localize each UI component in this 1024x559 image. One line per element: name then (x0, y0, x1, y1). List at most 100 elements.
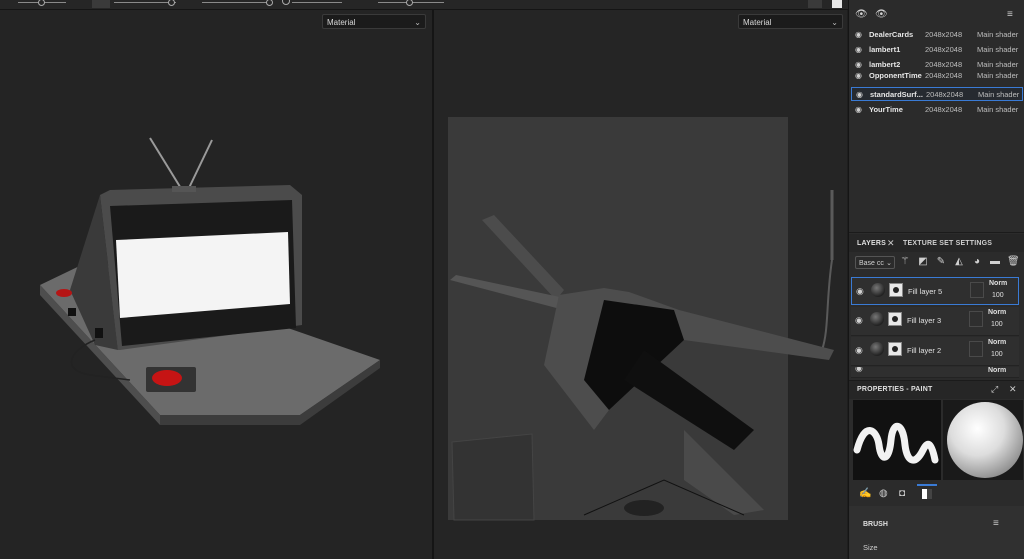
toolbar-slider-2[interactable] (114, 0, 176, 6)
folder-icon[interactable]: ▬ (989, 256, 1001, 268)
texture-set-row[interactable]: ◉ OpponentTime 2048x2048 Main shader (851, 72, 1023, 82)
layer-row[interactable]: ◉ Fill layer 3 Norm 100 (851, 307, 1019, 336)
layer-name: Fill layer 5 (908, 287, 943, 296)
eye-icon[interactable]: ◉ (855, 345, 863, 356)
texture-set-resolution: 2048x2048 (925, 30, 963, 39)
texture-set-shader: Main shader (977, 60, 1019, 69)
layer-thumbnail (870, 312, 884, 326)
antenna-left (149, 137, 183, 191)
layer-blend-mode[interactable]: Norm (988, 309, 1006, 316)
texture-set-resolution: 2048x2048 (925, 60, 963, 69)
texture-set-resolution: 2048x2048 (925, 45, 963, 54)
layer-blend-mode[interactable]: Norm (989, 280, 1007, 287)
antenna-base (172, 186, 196, 192)
tab-layers[interactable]: LAYERS (857, 240, 886, 247)
tv-screen (116, 232, 290, 318)
texture-set-row-selected[interactable]: ◉ standardSurf... 2048x2048 Main shader (851, 87, 1023, 101)
channel-select-label: Base cc (859, 260, 884, 267)
uv-edge-strip-2 (821, 259, 833, 351)
toolbar-toggle-button[interactable] (832, 0, 842, 8)
layer-mask-thumbnail[interactable] (888, 342, 902, 356)
toolbar-slider-5[interactable] (378, 0, 444, 6)
layer-row[interactable]: ◉ Norm (851, 367, 1019, 378)
texture-set-shader: Main shader (977, 45, 1019, 54)
wand-icon[interactable]: ⚚ (899, 256, 911, 268)
texture-set-name: lambert2 (869, 60, 901, 69)
brush-section-title: BRUSH (863, 521, 888, 528)
texture-set-name: lambert1 (869, 45, 901, 54)
brush-tool-icon[interactable]: ✍ (859, 488, 871, 499)
layer-name: Fill layer 2 (907, 346, 942, 355)
brush-icon[interactable]: ✎ (935, 256, 947, 268)
uv-island-blob (624, 500, 664, 516)
eye-icon[interactable]: 👁 (855, 9, 868, 20)
eye-icon[interactable]: ◉ (855, 315, 863, 326)
material-sphere-preview (943, 400, 1023, 480)
palette-icon[interactable]: ◕ (971, 256, 983, 268)
toolbar-knob-icon[interactable] (282, 0, 290, 5)
layer-mask-thumbnail[interactable] (888, 312, 902, 326)
side-port-2 (95, 328, 103, 338)
toolbar-swatch[interactable] (92, 0, 110, 8)
eye-icon[interactable]: ◉ (855, 43, 862, 57)
layer-opacity[interactable]: 100 (991, 321, 1003, 328)
side-port-1 (68, 308, 76, 316)
layer-thumbnail (870, 342, 884, 356)
stencil-icon[interactable]: ◘ (899, 488, 905, 499)
toolbar-slider-1[interactable] (18, 0, 66, 6)
texture-set-shader: Main shader (978, 90, 1020, 99)
texture-set-row[interactable]: ◉ lambert2 2048x2048 Main shader (851, 58, 1023, 72)
material-tab-icon[interactable] (917, 484, 937, 504)
texture-set-shader: Main shader (977, 105, 1019, 114)
expand-icon[interactable]: ⤢ (991, 384, 998, 395)
tab-texture-set-settings[interactable]: TEXTURE SET SETTINGS (903, 240, 992, 247)
alpha-icon[interactable]: ◍ (879, 488, 888, 499)
layer-opacity[interactable]: 100 (992, 292, 1004, 299)
viewport-2d[interactable]: Material ⌄ (434, 10, 847, 559)
antenna-right (187, 139, 213, 191)
toolbar-slider-3[interactable] (202, 0, 273, 6)
texture-set-row[interactable]: ◉ DealerCards 2048x2048 Main shader (851, 28, 1023, 42)
layer-row[interactable]: ◉ Fill layer 2 Norm 100 (851, 337, 1019, 366)
close-icon[interactable]: ✕ (1009, 384, 1017, 395)
layer-opacity[interactable]: 100 (991, 351, 1003, 358)
layer-thumbnail (871, 283, 885, 297)
eye-icon[interactable]: ◉ (855, 367, 863, 374)
eye-icon[interactable]: ◉ (855, 28, 862, 42)
layer-blend-mode[interactable]: Norm (988, 339, 1006, 346)
divider (849, 232, 1024, 233)
fill-icon[interactable]: ◭ (953, 256, 965, 268)
eye-icon[interactable]: 👁 (875, 9, 888, 20)
eye-icon[interactable]: ◉ (855, 72, 862, 82)
texture-set-row[interactable]: ◉ lambert1 2048x2048 Main shader (851, 43, 1023, 57)
layer-row-selected[interactable]: ◉ Fill layer 5 Norm 100 (851, 277, 1019, 305)
right-panel: 👁 👁 ≡ ◉ DealerCards 2048x2048 Main shade… (848, 0, 1024, 559)
eye-icon[interactable]: ◉ (856, 88, 863, 102)
layer-mask-thumbnail[interactable] (889, 283, 903, 297)
size-label: Size (863, 543, 878, 552)
eye-icon[interactable]: ◉ (855, 103, 862, 117)
filter-icon[interactable]: ≡ (993, 518, 999, 529)
layer-color-swatch[interactable] (969, 311, 983, 327)
mask-icon[interactable]: ◩ (917, 256, 929, 268)
close-icon[interactable]: ✕ (887, 238, 895, 249)
texture-set-resolution: 2048x2048 (925, 105, 963, 114)
layer-color-swatch[interactable] (969, 341, 983, 357)
eye-icon[interactable]: ◉ (856, 286, 864, 297)
toolbar-mode-button[interactable] (808, 0, 822, 8)
filter-icon[interactable]: ≡ (1007, 9, 1013, 20)
trash-icon[interactable]: 🗑 (1007, 256, 1020, 268)
texture-set-name: DealerCards (869, 30, 914, 39)
properties-title: PROPERTIES - PAINT (857, 386, 933, 393)
texture-set-row[interactable]: ◉ YourTime 2048x2048 Main shader (851, 103, 1023, 117)
toolbar-slider-4[interactable] (292, 2, 342, 3)
texture-set-shader: Main shader (977, 30, 1019, 39)
uv-texture-render (448, 117, 834, 521)
layer-name: Fill layer 3 (907, 316, 942, 325)
viewport-3d[interactable]: Material ⌄ (0, 10, 432, 559)
layer-blend-mode[interactable]: Norm (988, 367, 1006, 374)
layer-color-swatch[interactable] (970, 282, 984, 298)
channel-select[interactable]: Base cc ⌄ (855, 256, 895, 269)
chevron-down-icon: ⌄ (886, 260, 892, 267)
eye-icon[interactable]: ◉ (855, 58, 862, 72)
